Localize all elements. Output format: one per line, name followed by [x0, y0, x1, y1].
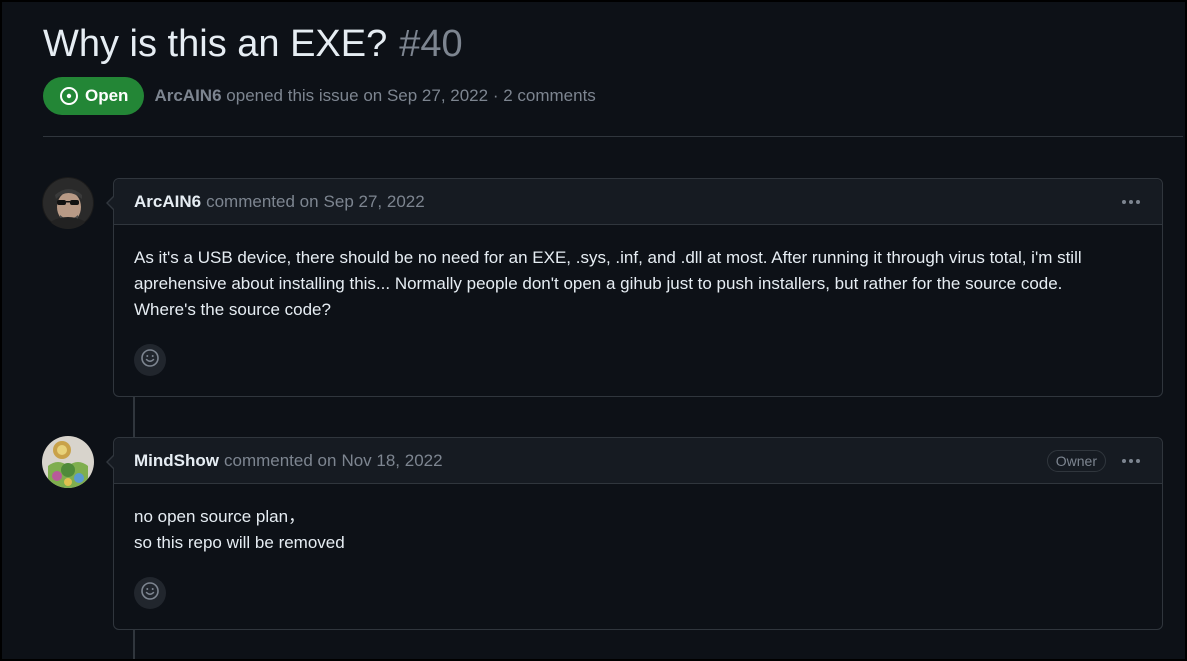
avatar-arcain6[interactable]: [42, 177, 94, 229]
comment-action: commented on: [223, 450, 337, 470]
add-reaction-button[interactable]: [134, 344, 166, 376]
smiley-icon: [140, 581, 160, 606]
issue-title: Why is this an EXE?: [43, 23, 388, 65]
comment-date[interactable]: Sep 27, 2022: [324, 192, 425, 212]
comment-card: ArcAIN6 commented on Sep 27, 2022 As it'…: [106, 178, 1163, 397]
issue-author-link[interactable]: ArcAIN6: [154, 86, 221, 105]
timeline-line: [133, 396, 135, 438]
comment-header: MindShow commented on Nov 18, 2022 Owner: [114, 438, 1162, 484]
comment-body-line: As it's a USB device, there should be no…: [134, 248, 1082, 267]
kebab-horizontal-icon[interactable]: [1120, 455, 1142, 467]
issue-meta-row: Open ArcAIN6 opened this issue on Sep 27…: [43, 77, 596, 115]
owner-badge: Owner: [1046, 449, 1106, 472]
header-divider: [43, 136, 1183, 137]
avatar-mindshow[interactable]: [42, 436, 94, 488]
issue-state-badge[interactable]: Open: [43, 77, 145, 115]
comment-body-line: no open source plan，: [134, 507, 306, 526]
comment-header: ArcAIN6 commented on Sep 27, 2022: [114, 179, 1162, 225]
comment-body: As it's a USB device, there should be no…: [114, 225, 1162, 323]
comment-body: no open source plan， so this repo will b…: [114, 484, 1162, 556]
comment-body-line: so this repo will be removed: [134, 533, 345, 552]
issue-number: #40: [399, 23, 463, 65]
issue-state-label: Open: [85, 86, 129, 105]
comment-date[interactable]: Nov 18, 2022: [341, 451, 442, 471]
issue-opened-icon: [59, 86, 79, 106]
comment-body-line: Where's the source code?: [134, 300, 331, 319]
comment-card: MindShow commented on Nov 18, 2022 Owner…: [106, 437, 1163, 630]
comment-body-line: aprehensive about installing this... Nor…: [134, 274, 1063, 293]
comment-author[interactable]: MindShow: [134, 451, 219, 471]
issue-meta-suffix: opened this issue on Sep 27, 2022 · 2 co…: [226, 86, 596, 105]
comment-action: commented on: [206, 191, 319, 211]
add-reaction-button[interactable]: [134, 577, 166, 609]
issue-title-row: Why is this an EXE? #40: [43, 20, 463, 68]
comment-author[interactable]: ArcAIN6: [134, 192, 201, 212]
issue-meta-text: ArcAIN6 opened this issue on Sep 27, 202…: [154, 86, 595, 106]
timeline-line: [133, 629, 135, 661]
kebab-horizontal-icon[interactable]: [1120, 196, 1142, 208]
smiley-icon: [140, 348, 160, 373]
